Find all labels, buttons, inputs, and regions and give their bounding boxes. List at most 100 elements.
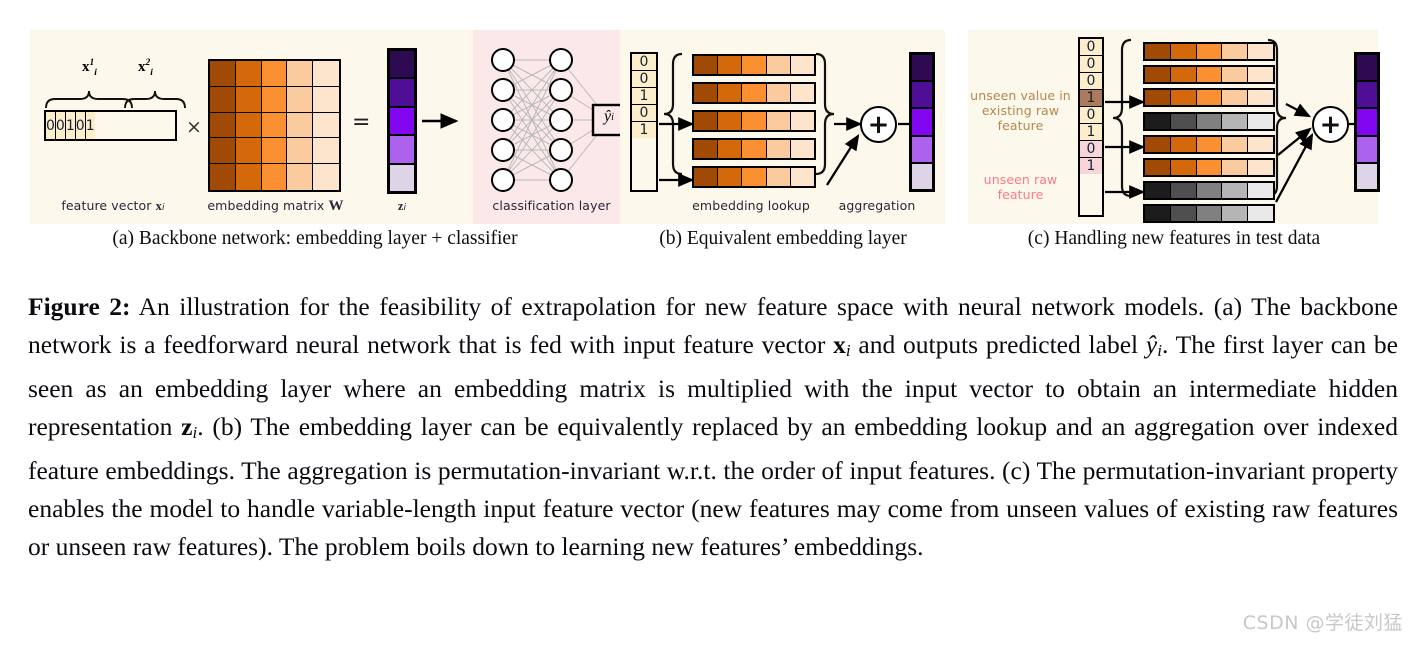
embedding-cell [790,84,815,102]
embedding-row [1143,42,1275,61]
embedding-cell [1145,44,1171,59]
embedding-cell [1248,44,1273,59]
embedding-cell [790,140,815,158]
embedding-matrix-grid [208,59,341,192]
embedding-row [692,82,816,104]
multiplication-symbol: × [186,116,202,138]
annotation-unseen-raw-feature: unseen raw feature [983,172,1058,202]
csdn-watermark: CSDN @学徒刘猛 [1242,612,1403,634]
matrix-cell [261,112,288,139]
embedding-cell [718,140,743,158]
matrix-cell [287,112,314,139]
embedding-cell [694,140,719,158]
embedding-cell [1196,136,1223,152]
panel-b-equivalent-embedding-layer: 0 0 1 0 1 + embedding lookup aggregation [620,30,945,224]
feature-bit: 1 [632,88,656,105]
equals-symbol: = [352,110,371,135]
embedding-cell [766,56,791,74]
caption-classification-layer: classification layer [492,198,611,213]
feature-bit: 0 [1080,39,1102,56]
matrix-cell [313,138,339,165]
matrix-cell [235,164,262,190]
matrix-cell [287,164,314,190]
embedding-cell [790,56,815,74]
embedding-cell [1170,67,1197,83]
matrix-cell [210,138,236,165]
feature-bit: 0 [46,112,56,139]
embedding-cell [1170,44,1197,59]
embedding-row [1143,65,1275,85]
embedding-cell [1248,90,1273,106]
embedding-cell [790,168,815,186]
embedding-cell [1222,160,1249,175]
matrix-cell [313,61,339,87]
output-vector-cell [912,55,932,83]
caption-part-2: and outputs predicted label [850,330,1146,359]
output-vector-cell [1357,55,1377,83]
embedding-cell [1145,183,1171,199]
embedding-cell [1222,44,1249,59]
matrix-cell [235,112,262,139]
figure-caption-text: Figure 2: An illustration for the feasib… [28,288,1398,566]
embedding-cell [766,84,791,102]
z-vector-cell [390,136,414,165]
embedding-cell [1248,136,1273,152]
embedding-cell [790,112,815,130]
matrix-cell [261,164,288,190]
embedding-cell [1196,183,1223,199]
z-vector-cell [390,51,414,80]
caption-math-x: x [833,330,846,359]
embedding-cell [1222,183,1249,199]
embedding-cell [1222,206,1249,222]
caption-embedding-lookup: embedding lookup [692,198,810,213]
embedding-cell [718,168,743,186]
feature-bit: 0 [632,105,656,122]
output-vector-cell [912,136,932,164]
embedding-row [1143,158,1275,177]
output-vector-cell [912,109,932,137]
feature-bit: 0 [1080,73,1102,90]
matrix-cell [313,112,339,139]
caption-math-y: ŷ [1145,330,1158,359]
embedding-cell [742,56,767,74]
aggregation-plus-icon: + [860,106,897,143]
embedding-cell [1145,113,1171,129]
embedding-cell [1170,206,1197,222]
matrix-cell [313,164,339,190]
panel-b-caption: (b) Equivalent embedding layer [659,228,907,249]
embedding-cell [1145,90,1171,106]
embedding-cell [1222,67,1249,83]
feature-bit-unseen-value: 1 [1080,90,1102,107]
matrix-cell [210,112,236,139]
feature-bit: 1 [65,112,76,139]
embedding-cell [718,84,743,102]
embedding-cell [1222,90,1249,106]
embedding-cell [1222,136,1249,152]
output-vector-cell [1357,136,1377,164]
embedding-cell [766,112,791,130]
binary-vector-panel-b: 0 0 1 0 1 [630,52,658,192]
embedding-row-new-feature [1143,181,1275,201]
embedding-row [1143,134,1275,154]
caption-aggregation: aggregation [838,198,916,213]
output-vector-cell [1357,82,1377,110]
feature-bit: 1 [1080,124,1102,141]
matrix-cell [235,61,262,87]
panel-a-backbone-network: x1i x2i 0 0 1 0 1 × = ŷ i feature vector… [30,30,630,224]
embedding-cell [1145,160,1171,175]
embedding-cell [718,112,743,130]
z-vector-cell [390,164,414,192]
feature-bit: 1 [632,122,656,138]
embedding-cell [694,56,719,74]
output-vector-cell [912,163,932,190]
matrix-cell [261,86,288,113]
feature-bit: 0 [1080,107,1102,124]
embedding-cell [766,168,791,186]
feature-bit: 0 [632,54,656,71]
matrix-cell [287,138,314,165]
feature-bit: 0 [632,71,656,88]
caption-embedding-matrix: embedding matrix W [207,198,344,214]
embedding-row [692,138,816,160]
embedding-cell [718,56,743,74]
embedding-cell [1170,90,1197,106]
